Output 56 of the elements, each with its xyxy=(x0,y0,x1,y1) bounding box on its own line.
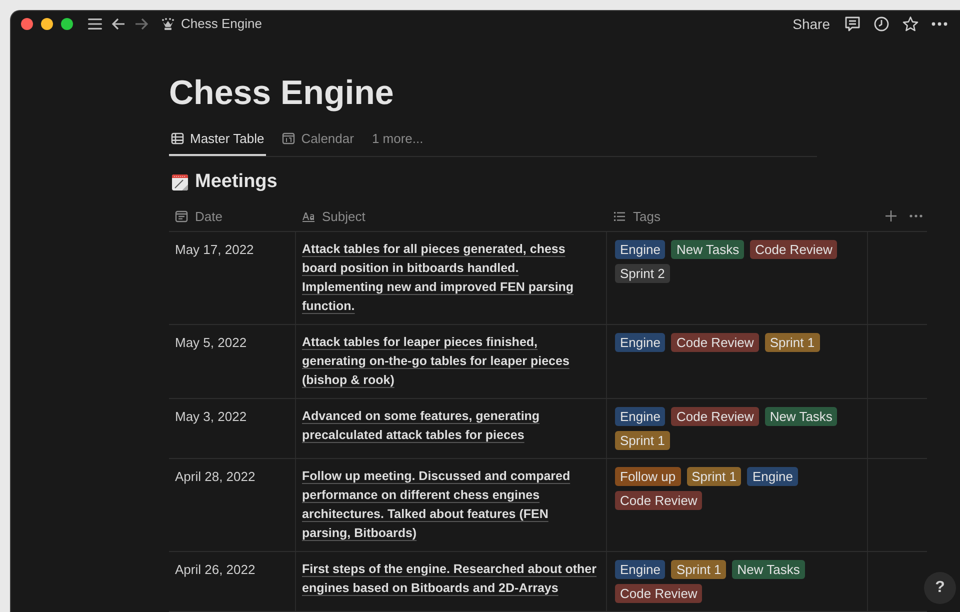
tag: Code Review xyxy=(671,407,759,426)
minimize-button[interactable] xyxy=(41,18,53,30)
view-tab[interactable]: Master Table xyxy=(169,131,266,156)
text-property-icon xyxy=(302,210,315,222)
menu-icon[interactable] xyxy=(87,16,103,30)
date-cell: April 26, 2022 xyxy=(169,552,296,611)
date-cell: May 3, 2022 xyxy=(169,399,296,458)
tag: Code Review xyxy=(615,584,702,603)
crown-icon xyxy=(161,16,175,30)
tag: New Tasks xyxy=(671,240,744,259)
column-header[interactable]: Subject xyxy=(322,208,366,224)
database-title: Meetings xyxy=(195,171,278,193)
tag: Engine xyxy=(615,407,666,426)
tag: Sprint 1 xyxy=(615,431,670,450)
zoom-button[interactable] xyxy=(61,18,73,30)
subject-link[interactable]: Advanced on some features, generating precalculated attack tables for pieces xyxy=(302,407,600,445)
tag: Code Review xyxy=(671,333,759,352)
column-header[interactable]: Date xyxy=(195,208,222,224)
tag: Follow up xyxy=(615,467,681,486)
back-arrow-icon[interactable] xyxy=(111,16,126,30)
tag: Engine xyxy=(747,467,798,486)
calendar-icon xyxy=(171,172,189,192)
comment-icon[interactable] xyxy=(844,16,861,32)
tag: New Tasks xyxy=(732,560,805,579)
subject-link[interactable]: Follow up meeting. Discussed and compared performance on different chess engines architectures. Talked about features (FEN parsing, Bitboards) xyxy=(302,467,600,543)
page-title[interactable]: Chess Engine xyxy=(181,16,262,31)
forward-arrow-icon[interactable] xyxy=(134,16,149,30)
date-cell: April 28, 2022 xyxy=(169,459,296,551)
close-button[interactable] xyxy=(21,18,33,30)
tag: Sprint 1 xyxy=(764,333,820,352)
clock-icon[interactable] xyxy=(873,16,890,32)
share-button[interactable]: Share xyxy=(792,14,830,34)
tag: Engine xyxy=(615,333,666,352)
star-icon[interactable] xyxy=(902,16,919,32)
tag: Engine xyxy=(615,560,666,579)
date-cell: May 17, 2022 xyxy=(169,232,296,324)
view-tab[interactable]: 1 more... xyxy=(370,131,426,156)
tag: New Tasks xyxy=(764,407,838,426)
tag: Sprint 1 xyxy=(686,467,742,486)
tag: Sprint 2 xyxy=(615,264,670,283)
tag: Sprint 1 xyxy=(671,560,726,579)
tag: Code Review xyxy=(750,240,838,259)
calendar-icon xyxy=(175,210,188,222)
page-heading: Chess Engine xyxy=(169,74,395,113)
calendar-icon xyxy=(282,132,296,145)
list-icon xyxy=(613,210,626,222)
tag: Engine xyxy=(615,240,666,259)
subject-link[interactable]: Attack tables for leaper pieces finished, generating on-the-go tables for leaper pieces (bishop & rook) xyxy=(302,333,600,390)
view-tab[interactable]: Calendar xyxy=(280,131,356,156)
date-cell: May 5, 2022 xyxy=(169,325,296,398)
add-icon[interactable] xyxy=(885,210,897,222)
subject-link[interactable]: First steps of the engine. Researched about other engines based on Bitboards and 2D-Arrays xyxy=(302,560,600,598)
tag: Code Review xyxy=(615,491,702,510)
table-icon xyxy=(171,132,184,145)
subject-link[interactable]: Attack tables for all pieces generated, chess board position in bitboards handled. Implementing new and improved FEN parsing function. xyxy=(302,240,600,316)
column-header[interactable]: Tags xyxy=(633,208,660,224)
